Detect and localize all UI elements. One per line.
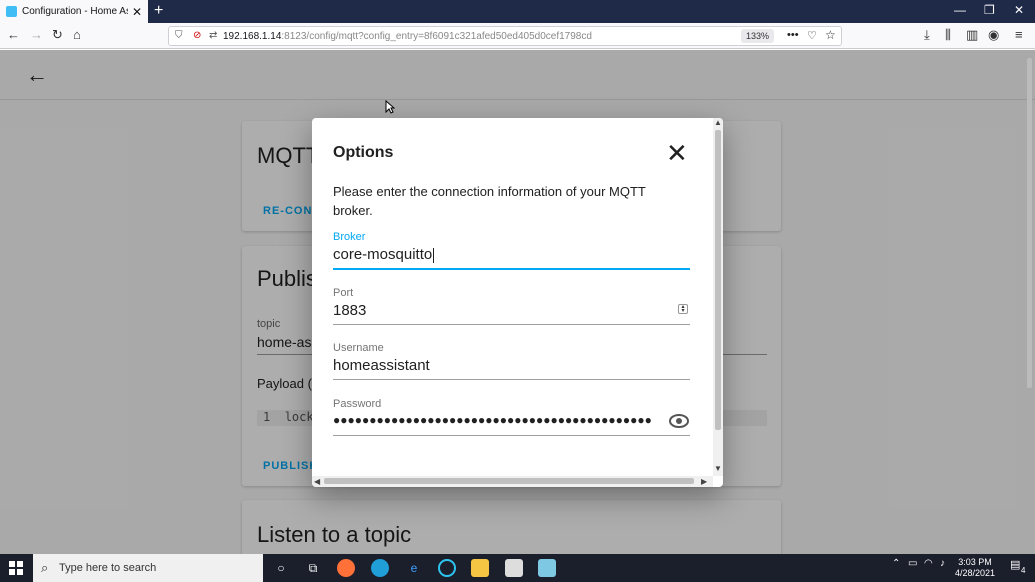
cortana-app-icon[interactable] bbox=[438, 559, 456, 577]
pocket-icon[interactable]: ♡ bbox=[807, 29, 817, 42]
dialog-description: Please enter the connection information … bbox=[333, 184, 646, 218]
dialog-horizontal-scrollbar-thumb[interactable] bbox=[324, 478, 694, 484]
new-tab-button[interactable]: + bbox=[154, 2, 163, 20]
password-field[interactable]: Password ●●●●●●●●●●●●●●●●●●●●●●●●●●●●●●●… bbox=[333, 398, 690, 436]
port-input[interactable]: 1883 bbox=[333, 302, 366, 319]
insecure-lock-icon[interactable]: ⊘ bbox=[193, 30, 201, 41]
task-view-icon[interactable]: ⧉ bbox=[304, 559, 322, 577]
broker-field[interactable]: Broker core-mosquitto bbox=[333, 231, 690, 270]
volume-icon[interactable]: ♪ bbox=[940, 558, 945, 569]
dialog-vertical-scrollbar[interactable]: ▲ ▼ bbox=[713, 118, 723, 476]
browser-nav-bar: ← → ↻ ⌂ ⛉ ⊘ ⇄ 192.168.1.14:8123/config/m… bbox=[0, 23, 1035, 49]
port-underline bbox=[333, 324, 690, 325]
port-label: Port bbox=[333, 287, 354, 299]
cortana-icon[interactable]: ○ bbox=[272, 559, 290, 577]
dialog-title: Options bbox=[333, 144, 394, 161]
show-password-eye-icon[interactable] bbox=[669, 414, 689, 428]
tab-title: Configuration - Home Assistant bbox=[22, 6, 128, 17]
search-icon: ⌕ bbox=[41, 560, 49, 575]
permissions-icon[interactable]: ⇄ bbox=[209, 30, 217, 41]
dialog-vertical-scrollbar-thumb[interactable] bbox=[715, 130, 721, 430]
options-dialog: Options ✕ Please enter the connection in… bbox=[312, 118, 723, 487]
downloads-icon[interactable]: ⤓ bbox=[924, 27, 930, 43]
broker-input[interactable]: core-mosquitto bbox=[333, 246, 432, 263]
firefox-icon[interactable] bbox=[337, 559, 355, 577]
port-field[interactable]: Port 1883 ▴ ▾ bbox=[333, 287, 690, 325]
window-close-button[interactable]: ✕ bbox=[1014, 3, 1024, 17]
page-actions-icon[interactable]: ••• bbox=[787, 29, 799, 41]
taskbar-search-placeholder: Type here to search bbox=[59, 562, 157, 574]
password-label: Password bbox=[333, 398, 382, 410]
notification-count: 4 bbox=[1021, 566, 1026, 575]
url-bar[interactable]: ⛉ ⊘ ⇄ 192.168.1.14:8123/config/mqtt?conf… bbox=[168, 26, 842, 46]
taskbar-clock[interactable]: 3:03 PM 4/28/2021 bbox=[955, 557, 995, 579]
scroll-up-arrow-icon[interactable]: ▲ bbox=[714, 118, 722, 127]
library-icon[interactable]: ⫼ bbox=[945, 27, 951, 43]
dialog-close-icon[interactable]: ✕ bbox=[666, 140, 688, 166]
minimize-button[interactable]: — bbox=[954, 3, 966, 17]
tray-chevron-icon[interactable]: ⌃ bbox=[892, 558, 900, 569]
broker-label: Broker bbox=[333, 231, 366, 243]
mouse-cursor-icon bbox=[385, 100, 395, 114]
home-icon[interactable]: ⌂ bbox=[73, 27, 81, 42]
forward-icon[interactable]: → bbox=[30, 27, 43, 42]
notification-icon[interactable]: ▤ bbox=[1010, 558, 1020, 571]
broker-underline bbox=[333, 268, 690, 270]
page-scrollbar-thumb[interactable] bbox=[1027, 58, 1032, 388]
menu-icon[interactable]: ≡ bbox=[1015, 27, 1023, 42]
browser-tab-strip: Configuration - Home Assistant ✕ + — ❐ ✕ bbox=[0, 0, 1035, 23]
shield-icon[interactable]: ⛉ bbox=[175, 30, 183, 41]
maximize-button[interactable]: ❐ bbox=[984, 3, 995, 17]
password-input[interactable]: ●●●●●●●●●●●●●●●●●●●●●●●●●●●●●●●●●●●●●●●●… bbox=[333, 413, 668, 427]
store-icon[interactable] bbox=[505, 559, 523, 577]
windows-start-icon[interactable] bbox=[8, 560, 24, 576]
clock-date: 4/28/2021 bbox=[955, 568, 996, 578]
scroll-left-arrow-icon[interactable]: ◀ bbox=[314, 477, 320, 486]
edge-icon[interactable] bbox=[371, 559, 389, 577]
internet-explorer-icon[interactable]: e bbox=[405, 559, 423, 577]
back-icon[interactable]: ← bbox=[7, 27, 20, 42]
reload-icon[interactable]: ↻ bbox=[52, 27, 63, 43]
scroll-down-arrow-icon[interactable]: ▼ bbox=[714, 464, 722, 473]
app-icon[interactable] bbox=[538, 559, 556, 577]
url-text: 192.168.1.14:8123/config/mqtt?config_ent… bbox=[223, 31, 592, 42]
dialog-horizontal-scrollbar[interactable]: ◀ ▶ bbox=[312, 476, 713, 487]
taskbar-search[interactable]: ⌕ Type here to search bbox=[33, 554, 263, 582]
tab-close-icon[interactable]: ✕ bbox=[132, 5, 142, 19]
meet-now-icon[interactable]: ▭ bbox=[908, 558, 917, 569]
username-label: Username bbox=[333, 342, 384, 354]
page-scrollbar[interactable] bbox=[1025, 52, 1033, 550]
bookmark-star-icon[interactable]: ☆ bbox=[825, 28, 836, 42]
text-caret bbox=[433, 247, 435, 263]
port-stepper-icon[interactable]: ▴ ▾ bbox=[678, 304, 688, 314]
file-explorer-icon[interactable] bbox=[471, 559, 489, 577]
clock-time: 3:03 PM bbox=[958, 557, 992, 567]
windows-taskbar: ⌕ Type here to search ○ ⧉ e ⌃ ▭ ◠ ♪ 3:03… bbox=[0, 554, 1035, 582]
password-underline bbox=[333, 435, 690, 436]
username-field[interactable]: Username homeassistant bbox=[333, 342, 690, 380]
network-icon[interactable]: ◠ bbox=[924, 558, 933, 569]
browser-tab[interactable]: Configuration - Home Assistant ✕ bbox=[0, 0, 148, 23]
zoom-level-badge[interactable]: 133% bbox=[741, 29, 775, 43]
scroll-right-arrow-icon[interactable]: ▶ bbox=[701, 477, 707, 486]
username-input[interactable]: homeassistant bbox=[333, 357, 430, 374]
sidebar-icon[interactable]: ▥ bbox=[966, 27, 978, 43]
account-icon[interactable]: ◉ bbox=[988, 27, 999, 43]
home-assistant-favicon-icon bbox=[6, 6, 17, 17]
username-underline bbox=[333, 379, 690, 380]
